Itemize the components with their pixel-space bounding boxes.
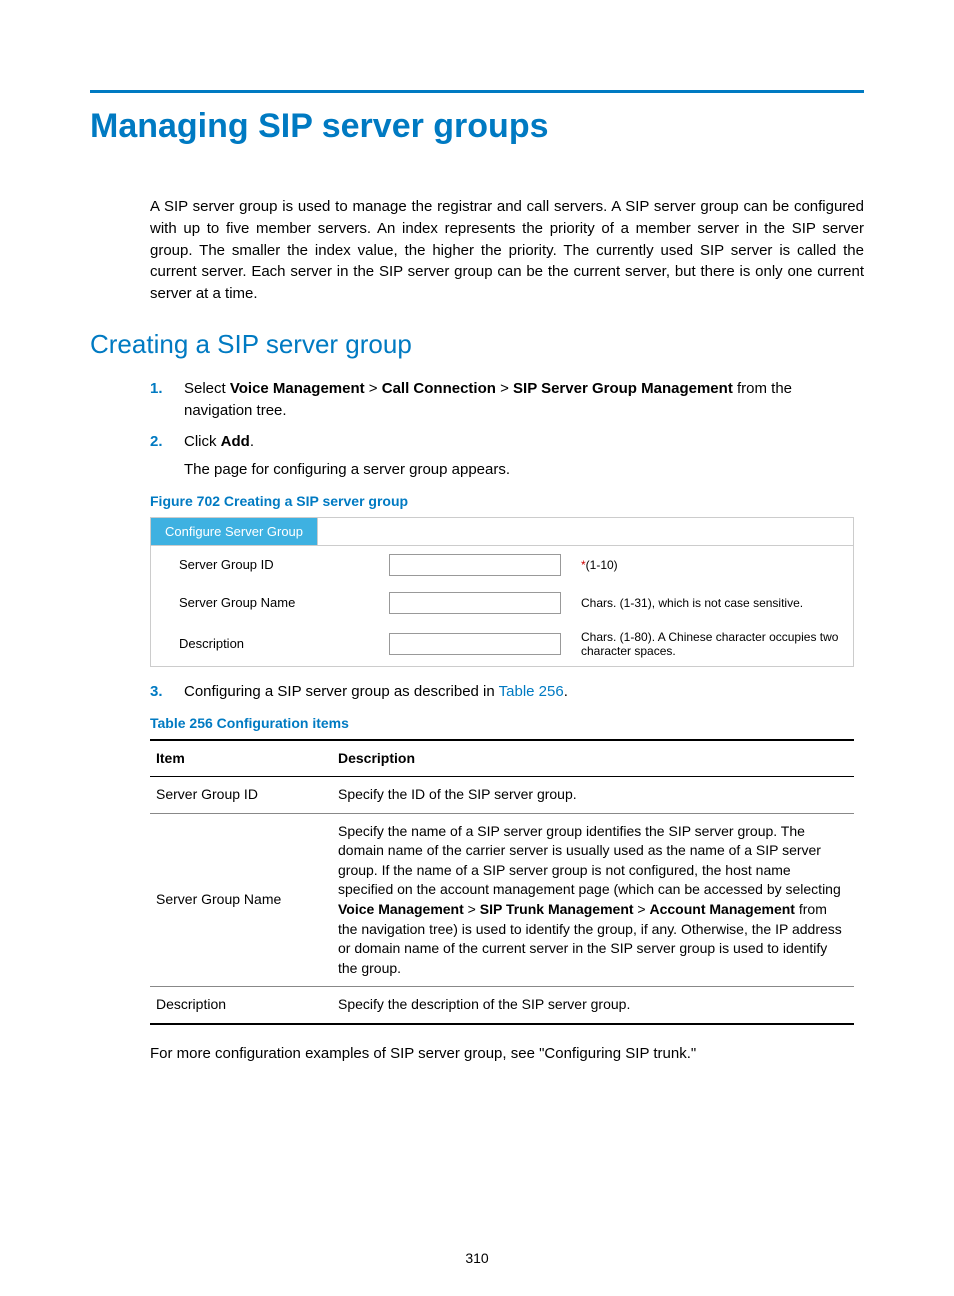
nav-sip-trunk-management: SIP Trunk Management: [480, 901, 634, 917]
nav-sep: >: [365, 380, 382, 397]
figure-tab: Configure Server Group: [151, 518, 318, 545]
step-text-tail: .: [250, 433, 254, 450]
step-number: 3.: [150, 681, 163, 703]
form-row: Description Chars. (1-80). A Chinese cha…: [151, 622, 853, 666]
cell-item: Description: [150, 987, 332, 1024]
step-text: Click: [184, 433, 221, 450]
nav-sep: >: [496, 380, 513, 397]
nav-call-connection: Call Connection: [382, 380, 496, 397]
figure-caption: Figure 702 Creating a SIP server group: [150, 493, 864, 509]
col-description: Description: [332, 740, 854, 777]
cell-item: Server Group Name: [150, 813, 332, 987]
table-row: Server Group ID Specify the ID of the SI…: [150, 777, 854, 814]
cell-item: Server Group ID: [150, 777, 332, 814]
section-heading: Creating a SIP server group: [90, 329, 864, 360]
intro-paragraph: A SIP server group is used to manage the…: [90, 196, 864, 305]
field-hint: Chars. (1-31), which is not case sensiti…: [571, 596, 839, 610]
step-subtext: The page for configuring a server group …: [184, 459, 864, 481]
step-1: 1. Select Voice Management > Call Connec…: [150, 378, 864, 422]
field-hint: Chars. (1-80). A Chinese character occup…: [571, 630, 839, 658]
cell-desc: Specify the description of the SIP serve…: [332, 987, 854, 1024]
nav-voice-management: Voice Management: [230, 380, 365, 397]
server-group-name-input[interactable]: [389, 592, 561, 614]
nav-sip-server-group-mgmt: SIP Server Group Management: [513, 380, 733, 397]
nav-voice-management: Voice Management: [338, 901, 464, 917]
cell-desc: Specify the ID of the SIP server group.: [332, 777, 854, 814]
field-label: Server Group Name: [165, 595, 379, 610]
table-row: Description Specify the description of t…: [150, 987, 854, 1024]
add-label: Add: [221, 433, 250, 450]
table-row: Server Group Name Specify the name of a …: [150, 813, 854, 987]
form-row: Server Group ID *(1-10): [151, 546, 853, 584]
field-hint: *(1-10): [571, 558, 839, 572]
form-row: Server Group Name Chars. (1-31), which i…: [151, 584, 853, 622]
nav-account-management: Account Management: [650, 901, 795, 917]
field-label: Description: [165, 636, 379, 651]
figure-702: Configure Server Group Server Group ID *…: [150, 517, 854, 667]
after-table-text: For more configuration examples of SIP s…: [150, 1043, 864, 1065]
table-256-link[interactable]: Table 256: [499, 683, 564, 700]
col-item: Item: [150, 740, 332, 777]
page-number: 310: [0, 1250, 954, 1266]
field-label: Server Group ID: [165, 557, 379, 572]
step-text: Select: [184, 380, 230, 397]
page-title: Managing SIP server groups: [90, 107, 864, 146]
step-text-tail: .: [564, 683, 568, 700]
description-input[interactable]: [389, 633, 561, 655]
table-caption: Table 256 Configuration items: [150, 715, 864, 731]
step-number: 1.: [150, 378, 163, 400]
step-3: 3. Configuring a SIP server group as des…: [150, 681, 864, 703]
step-number: 2.: [150, 431, 163, 453]
step-2: 2. Click Add. The page for configuring a…: [150, 431, 864, 481]
step-text: Configuring a SIP server group as descri…: [184, 683, 499, 700]
cell-desc: Specify the name of a SIP server group i…: [332, 813, 854, 987]
server-group-id-input[interactable]: [389, 554, 561, 576]
table-256: Item Description Server Group ID Specify…: [150, 739, 854, 1026]
